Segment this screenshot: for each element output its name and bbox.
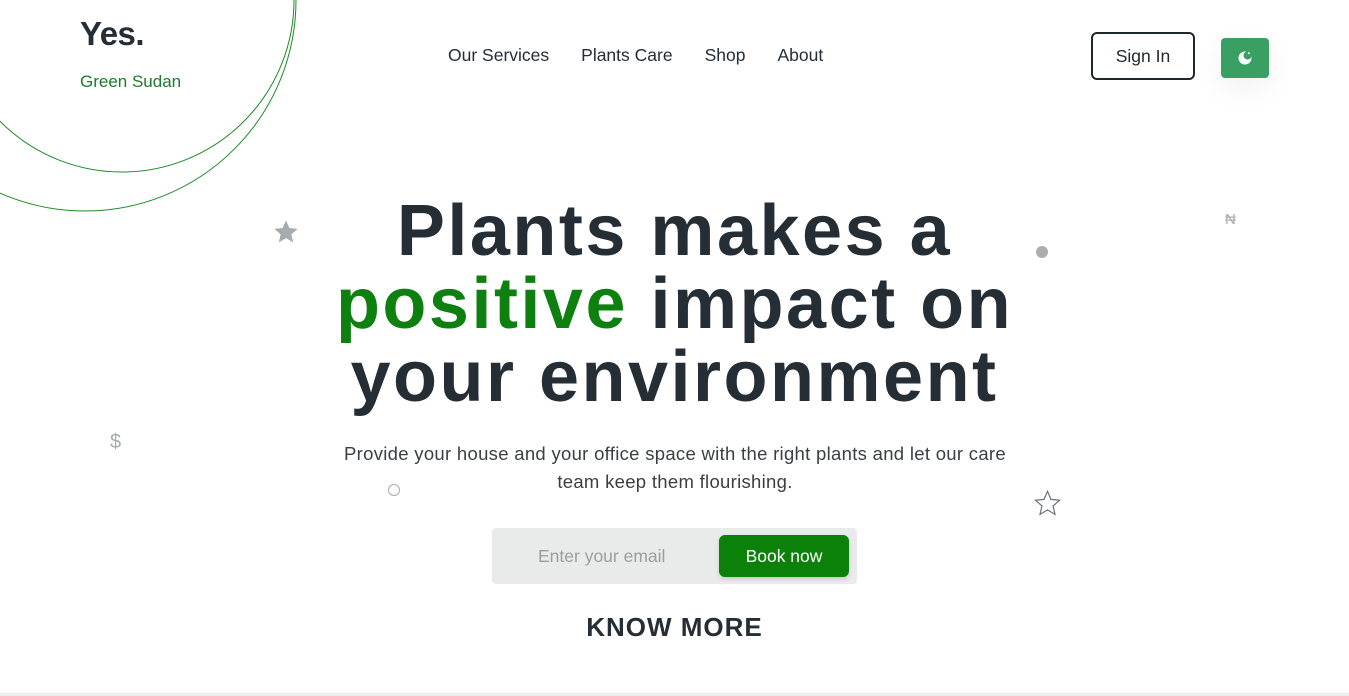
email-input[interactable] bbox=[522, 536, 728, 576]
sign-in-label: Sign In bbox=[1115, 45, 1171, 66]
landing-page: Yes. Green Sudan Our Services Plants Car… bbox=[0, 0, 1349, 696]
nav-item-shop[interactable]: Shop bbox=[705, 45, 746, 66]
book-now-button[interactable]: Book now bbox=[719, 535, 849, 577]
brand-logo-title[interactable]: Yes. bbox=[80, 15, 145, 53]
star-outline-icon bbox=[1033, 489, 1062, 516]
nav-item-our-services[interactable]: Our Services bbox=[448, 45, 549, 66]
hero-title-line1: Plants makes a bbox=[396, 191, 953, 271]
hero-subtitle: Provide your house and your office space… bbox=[344, 443, 1006, 492]
email-signup-form: Book now bbox=[492, 528, 857, 584]
decorative-circles bbox=[0, 0, 297, 212]
deco-circle-outer bbox=[0, 0, 297, 212]
dollar-icon: $ bbox=[110, 431, 122, 453]
main-nav: Our Services Plants Care Shop About bbox=[448, 45, 823, 66]
book-now-label: Book now bbox=[745, 545, 823, 566]
brand-logo-subtitle: Green Sudan bbox=[80, 72, 182, 91]
hero-title-highlight: positive bbox=[335, 264, 629, 344]
moon-icon bbox=[1238, 51, 1252, 65]
theme-toggle-button[interactable] bbox=[1221, 38, 1269, 78]
sign-in-button[interactable]: Sign In bbox=[1091, 32, 1195, 80]
hero-title-line3: your environment bbox=[350, 337, 999, 417]
know-more-link[interactable]: KNOW MORE bbox=[0, 612, 1349, 643]
nav-item-plants-care[interactable]: Plants Care bbox=[581, 45, 672, 66]
hero-title: Plants makes a positive impact on your e… bbox=[0, 195, 1349, 414]
hero-title-line2-rest: impact on bbox=[628, 264, 1014, 344]
nav-item-about[interactable]: About bbox=[777, 45, 823, 66]
